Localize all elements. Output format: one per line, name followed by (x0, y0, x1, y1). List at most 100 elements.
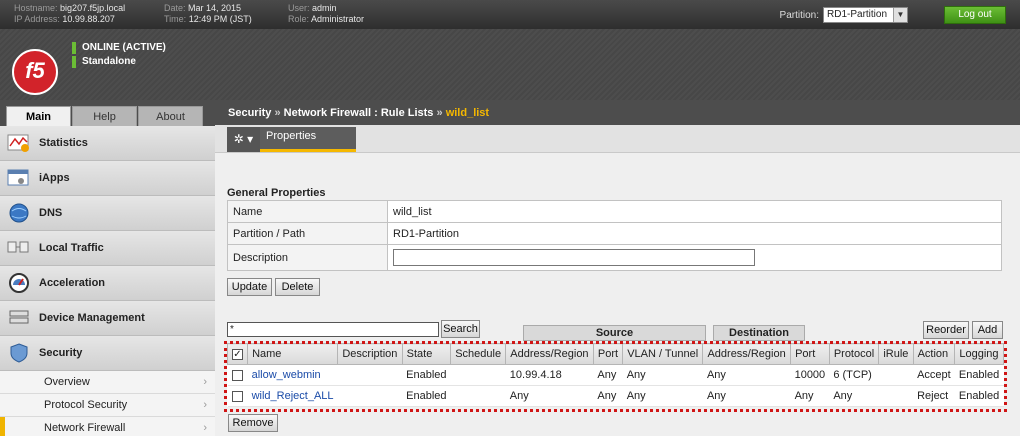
name-label: Name (227, 200, 388, 223)
dns-icon (6, 202, 31, 224)
logout-button[interactable]: Log out (944, 6, 1006, 24)
row-checkbox[interactable] (231, 390, 243, 402)
breadcrumb-rule-lists[interactable]: Network Firewall : Rule Lists (284, 107, 434, 119)
role-label: Role: (288, 14, 310, 24)
row-checkbox[interactable] (231, 369, 243, 381)
nav-item-label: Statistics (39, 137, 88, 149)
rule-irule (878, 364, 914, 386)
breadcrumb-separator: » (436, 107, 443, 119)
rule-logging: Enabled (954, 385, 1004, 407)
tab-help[interactable]: Help (72, 106, 137, 126)
gear-icon[interactable]: ✲ ▾ (227, 127, 260, 152)
sub-tabs: ✲ ▾ Properties (215, 125, 1020, 153)
device-status: ONLINE (ACTIVE) (72, 42, 166, 54)
partition-path-label: Partition / Path (227, 222, 388, 245)
subnav-item-protocol-security[interactable]: Protocol Security (0, 394, 215, 417)
rule-destination-address: Any (702, 385, 791, 407)
description-input[interactable] (393, 249, 755, 266)
breadcrumb-security[interactable]: Security (228, 107, 271, 119)
column-header-description[interactable]: Description (337, 343, 403, 365)
time-value: 12:49 PM (JST) (188, 14, 252, 24)
breadcrumb-current: wild_list (445, 107, 490, 119)
local-traffic-icon (6, 237, 31, 259)
table-row: Partition / Path RD1-Partition (227, 222, 1002, 245)
date-label: Date: (164, 3, 186, 13)
search-input[interactable]: * (227, 322, 439, 337)
ip-label: IP Address: (14, 14, 60, 24)
update-button[interactable]: Update (227, 278, 272, 296)
main-content: Security » Network Firewall : Rule Lists… (215, 100, 1020, 436)
table-header-row: ✓ Name Description State Schedule Addres… (226, 343, 1004, 365)
nav-item-iapps[interactable]: iApps (0, 161, 215, 196)
user-value: admin (312, 3, 337, 13)
breadcrumb: Security » Network Firewall : Rule Lists… (215, 100, 1020, 125)
rule-destination-address: Any (702, 364, 791, 386)
rule-name-cell: wild_Reject_ALL (247, 385, 338, 407)
rule-source-port: Any (593, 364, 623, 386)
column-header-vlan-tunnel[interactable]: VLAN / Tunnel (622, 343, 704, 365)
reorder-button[interactable]: Reorder (923, 321, 969, 339)
rule-destination-port: 10000 (790, 364, 830, 386)
rule-source-address: 10.99.4.18 (505, 364, 594, 386)
rule-logging: Enabled (954, 364, 1004, 386)
column-header-destination-address[interactable]: Address/Region (702, 343, 792, 365)
delete-button[interactable]: Delete (275, 278, 320, 296)
tab-main[interactable]: Main (6, 106, 71, 126)
column-header-irule[interactable]: iRule (878, 343, 914, 365)
column-header-name[interactable]: Name (247, 343, 339, 365)
partition-label: Partition: (779, 9, 819, 21)
hostname-label: Hostname: (14, 3, 58, 13)
rule-schedule (450, 364, 506, 386)
acceleration-icon (6, 272, 31, 294)
nav-item-local-traffic[interactable]: Local Traffic (0, 231, 215, 266)
nav-item-label: Security (39, 347, 83, 359)
row-select-cell (227, 385, 248, 407)
partition-dropdown[interactable]: RD1-Partition ▼ (823, 7, 908, 23)
column-header-schedule[interactable]: Schedule (450, 343, 507, 365)
column-header-action[interactable]: Action (912, 343, 956, 365)
nav-item-label: Local Traffic (39, 242, 104, 254)
column-header-protocol[interactable]: Protocol (828, 343, 880, 365)
user-label: User: (288, 3, 310, 13)
statistics-icon (6, 132, 31, 154)
rule-source-port: Any (593, 385, 623, 407)
hostname-value: big207.f5jp.local (60, 3, 126, 13)
description-cell (387, 244, 1002, 271)
row-select-cell (227, 364, 248, 386)
rule-link[interactable]: allow_webmin (252, 369, 321, 381)
nav-item-label: Device Management (39, 312, 145, 324)
nav-tabs: Main Help About (0, 100, 215, 126)
role-value: Administrator (311, 14, 365, 24)
column-header-source-port[interactable]: Port (592, 343, 624, 365)
column-header-state[interactable]: State (401, 343, 452, 365)
user-info: User: admin Role: Administrator (288, 3, 364, 25)
tab-about[interactable]: About (138, 106, 203, 126)
rule-irule (878, 385, 914, 407)
rule-link[interactable]: wild_Reject_ALL (252, 390, 334, 402)
nav-item-dns[interactable]: DNS (0, 196, 215, 231)
subnav-item-network-firewall[interactable]: Network Firewall (0, 417, 215, 436)
column-header-logging[interactable]: Logging (954, 343, 1004, 365)
add-button[interactable]: Add (972, 321, 1003, 339)
date-value: Mar 14, 2015 (188, 3, 242, 13)
nav-item-statistics[interactable]: Statistics (0, 126, 215, 161)
search-button[interactable]: Search (441, 320, 480, 338)
nav-item-acceleration[interactable]: Acceleration (0, 266, 215, 301)
device-management-icon (6, 307, 31, 329)
partition-selector: Partition: RD1-Partition ▼ (780, 7, 908, 23)
column-header-destination-port[interactable]: Port (790, 343, 830, 365)
select-all-checkbox[interactable]: ✓ (232, 348, 243, 360)
rule-vlan: Any (622, 364, 703, 386)
tab-properties[interactable]: Properties (260, 127, 356, 152)
select-all-column: ✓ (226, 343, 249, 365)
app-header: f5 ONLINE (ACTIVE) Standalone (0, 29, 1020, 100)
subnav-item-overview[interactable]: Overview (0, 371, 215, 394)
rule-source-address: Any (505, 385, 594, 407)
nav-item-security[interactable]: Security (0, 336, 215, 371)
partition-path-value: RD1-Partition (387, 222, 1002, 245)
name-value: wild_list (387, 200, 1002, 223)
remove-button[interactable]: Remove (228, 414, 278, 432)
nav-item-device-management[interactable]: Device Management (0, 301, 215, 336)
column-header-source-address[interactable]: Address/Region (505, 343, 594, 365)
ip-value: 10.99.88.207 (62, 14, 115, 24)
